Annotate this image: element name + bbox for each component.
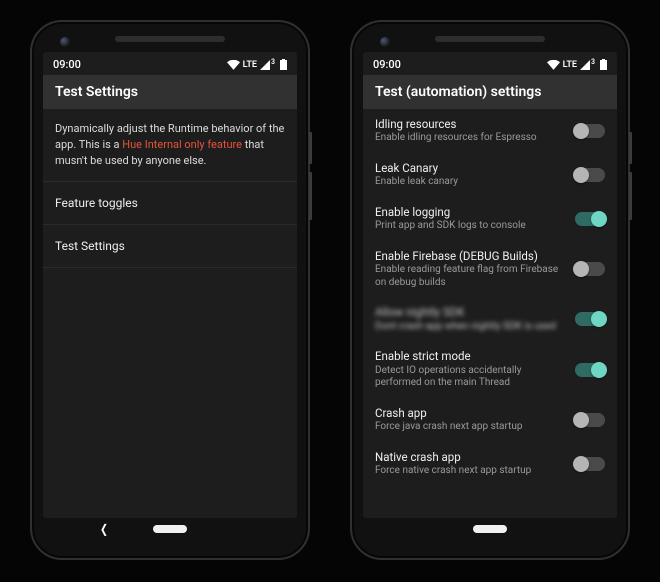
page-title: Test Settings [55,84,138,100]
navbar-left: ❮ [43,520,297,538]
setting-title: Allow nightly SDK [375,305,565,319]
setting-title: Enable Firebase (DEBUG Builds) [375,249,565,263]
setting-title: Idling resources [375,117,565,131]
phone-right: 09:00 LTE 3 Test (automation) settings I… [350,20,630,560]
setting-title: Crash app [375,406,565,420]
toggle-knob [573,456,589,472]
side-button [629,172,632,220]
toggle-switch[interactable] [575,363,605,377]
signal-icon [580,60,590,70]
status-lte: LTE [243,60,257,70]
setting-subtitle: Enable reading feature flag from Firebas… [375,264,565,289]
list-item-label: Test Settings [55,239,125,253]
list-item-test-settings[interactable]: Test Settings [43,225,297,268]
toggle-knob [573,261,589,277]
toggle-switch[interactable] [575,413,605,427]
setting-row[interactable]: Leak CanaryEnable leak canary [363,153,617,197]
description: Dynamically adjust the Runtime behavior … [43,109,297,182]
nav-home-pill[interactable] [473,525,507,533]
setting-text: Native crash appForce native crash next … [375,450,565,478]
status-right: LTE 3 [547,59,607,70]
setting-title: Leak Canary [375,161,565,175]
battery-icon [600,59,607,70]
wifi-icon [227,60,240,70]
setting-text: Idling resourcesEnable idling resources … [375,117,565,145]
screen-right: 09:00 LTE 3 Test (automation) settings I… [363,52,617,518]
page-title: Test (automation) settings [375,84,541,100]
setting-title: Enable strict mode [375,349,565,363]
status-right: LTE 3 [227,59,287,70]
desc-highlight: Hue Internal only feature [122,138,242,151]
toggle-switch[interactable] [575,212,605,226]
setting-subtitle: Force java crash next app startup [375,421,565,434]
toggle-switch[interactable] [575,457,605,471]
nav-home-pill[interactable] [153,525,187,533]
status-bar: 09:00 LTE 3 [363,52,617,75]
toggle-switch[interactable] [575,124,605,138]
list-item-label: Feature toggles [55,196,138,210]
setting-row[interactable]: Allow nightly SDK Dont crash app when nig… [363,297,617,341]
setting-subtitle: Dont crash app when nightly SDK is used [375,321,565,334]
signal-icon [260,60,270,70]
setting-subtitle: Force native crash next app startup [375,465,565,478]
screen-left: 09:00 LTE 3 Test Settings Dynamically ad [43,52,297,518]
setting-row[interactable]: Enable Firebase (DEBUG Builds)Enable rea… [363,241,617,297]
status-time: 09:00 [373,58,401,71]
toggle-knob [573,167,589,183]
toggle-knob [573,123,589,139]
nav-back-icon[interactable]: ❮ [100,522,108,536]
phone-left: 09:00 LTE 3 Test Settings Dynamically ad [30,20,310,560]
setting-subtitle: Print app and SDK logs to console [375,220,565,233]
settings-list: Idling resourcesEnable idling resources … [363,109,617,518]
setting-text: Leak CanaryEnable leak canary [375,161,565,189]
status-lte: LTE [563,60,577,70]
toggle-knob [591,311,607,327]
list-item-feature-toggles[interactable]: Feature toggles [43,182,297,225]
wifi-icon [547,60,560,70]
toggle-switch[interactable] [575,168,605,182]
toggle-knob [591,362,607,378]
toggle-knob [573,412,589,428]
setting-text: Allow nightly SDK Dont crash app when nig… [375,305,565,333]
setting-row[interactable]: Idling resourcesEnable idling resources … [363,109,617,153]
setting-subtitle: Enable idling resources for Espresso [375,132,565,145]
status-lte-sup: 3 [271,58,275,66]
side-button [309,132,312,164]
setting-subtitle: Detect IO operations accidentally perfor… [375,365,565,390]
toggle-switch[interactable] [575,262,605,276]
status-time: 09:00 [53,58,81,71]
toggle-knob [591,211,607,227]
setting-row[interactable]: Enable strict mode Detect IO operations a… [363,341,617,397]
setting-title: Native crash app [375,450,565,464]
titlebar-left: Test Settings [43,75,297,109]
content-left: Dynamically adjust the Runtime behavior … [43,109,297,518]
setting-text: Enable loggingPrint app and SDK logs to … [375,205,565,233]
navbar-right [363,520,617,538]
setting-row[interactable]: Crash appForce java crash next app start… [363,398,617,442]
battery-icon [280,59,287,70]
setting-row[interactable]: Native crash appForce native crash next … [363,442,617,486]
setting-text: Enable Firebase (DEBUG Builds)Enable rea… [375,249,565,289]
status-lte-sup: 3 [591,58,595,66]
setting-text: Crash appForce java crash next app start… [375,406,565,434]
toggle-switch[interactable] [575,312,605,326]
side-button [309,172,312,220]
titlebar-right: Test (automation) settings [363,75,617,109]
setting-row[interactable]: Enable loggingPrint app and SDK logs to … [363,197,617,241]
status-bar: 09:00 LTE 3 [43,52,297,75]
setting-title: Enable logging [375,205,565,219]
side-button [629,132,632,164]
setting-text: Enable strict mode Detect IO operations a… [375,349,565,389]
setting-subtitle: Enable leak canary [375,176,565,189]
